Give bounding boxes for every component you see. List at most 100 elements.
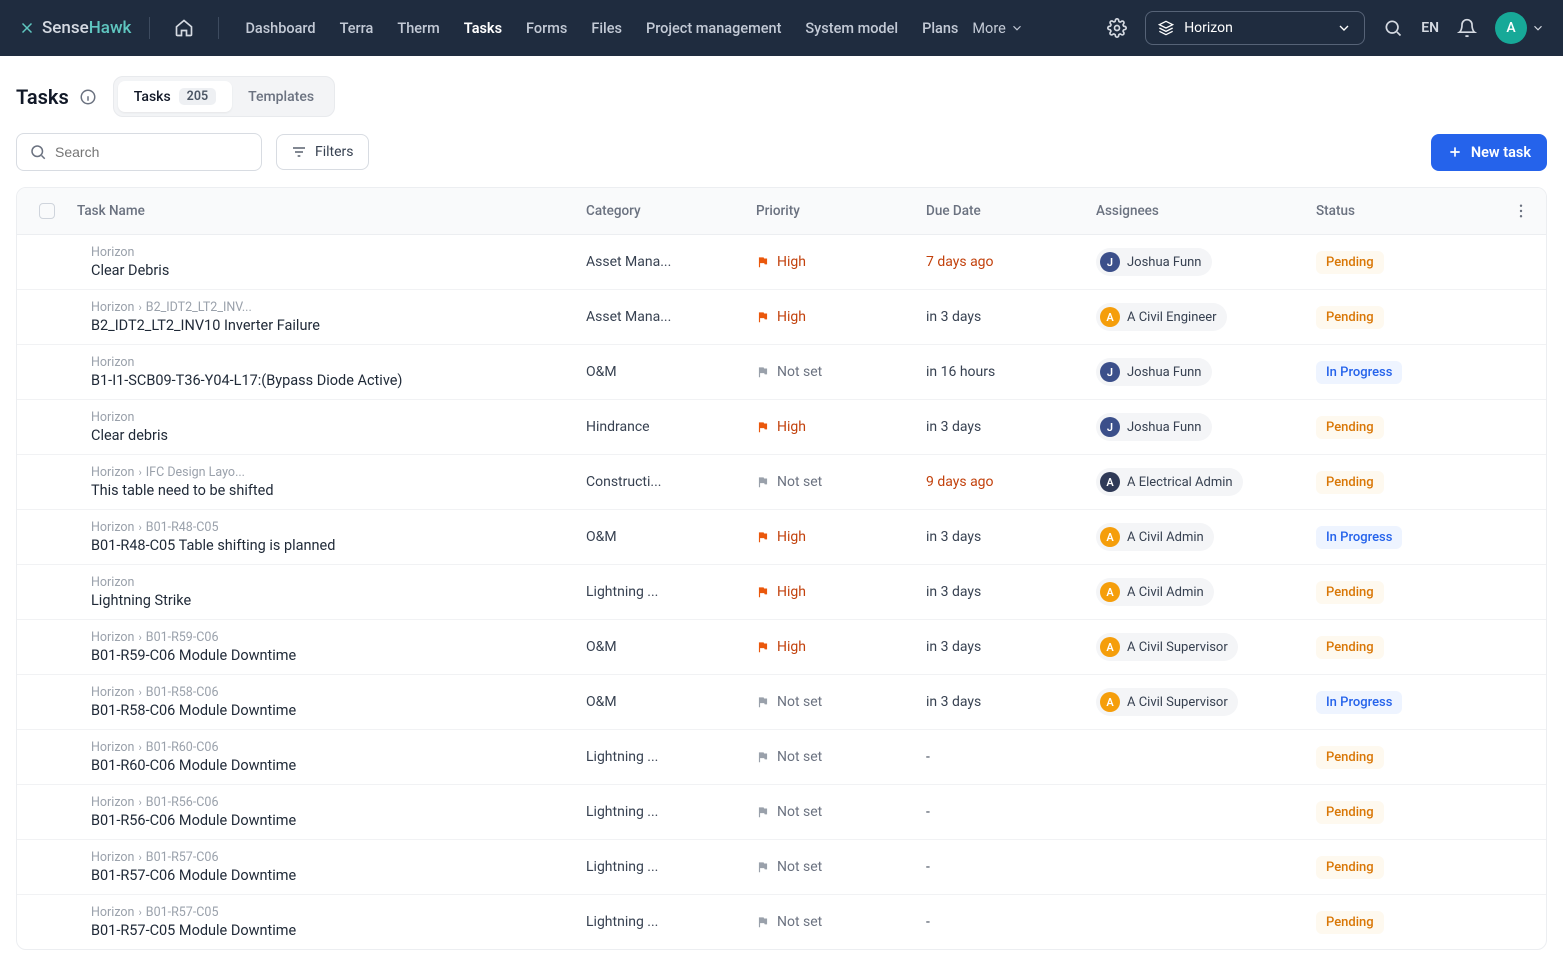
task-priority: High (756, 419, 926, 435)
assignee-chip[interactable]: JJoshua Funn (1096, 248, 1212, 276)
assignee-chip[interactable]: AA Civil Admin (1096, 578, 1214, 606)
nav-link-terra[interactable]: Terra (340, 20, 374, 37)
language-selector[interactable]: EN (1421, 20, 1439, 36)
brand-logo[interactable]: SenseHawk (18, 18, 131, 38)
task-category: O&M (586, 364, 756, 380)
assignee-avatar: A (1100, 692, 1120, 712)
table-row[interactable]: Horizon ›B01-R60-C06 B01-R60-C06 Module … (17, 730, 1546, 785)
col-status[interactable]: Status (1316, 203, 1496, 219)
tab-tasks[interactable]: Tasks 205 (118, 81, 232, 112)
info-icon[interactable] (79, 88, 97, 106)
task-due: - (926, 749, 1096, 765)
nav-more[interactable]: More (972, 20, 1023, 37)
toolbar: Filters New task (0, 117, 1563, 187)
breadcrumb: Horizon ›B01-R56-C06 (91, 795, 586, 810)
assignee-chip[interactable]: AA Civil Supervisor (1096, 633, 1238, 661)
breadcrumb: Horizon ›B01-R60-C06 (91, 740, 586, 755)
table-row[interactable]: Horizon ›B01-R59-C06 B01-R59-C06 Module … (17, 620, 1546, 675)
table-row[interactable]: Horizon ›B01-R48-C05 B01-R48-C05 Table s… (17, 510, 1546, 565)
status-badge: Pending (1316, 416, 1384, 439)
table-row[interactable]: Horizon ›B01-R57-C05 B01-R57-C05 Module … (17, 895, 1546, 949)
breadcrumb: Horizon ›IFC Design Layo... (91, 465, 586, 480)
task-assignee: AA Electrical Admin (1096, 468, 1316, 496)
user-menu[interactable]: A (1495, 12, 1545, 44)
task-due: in 3 days (926, 529, 1096, 545)
tab-templates-label: Templates (248, 89, 314, 105)
settings-icon[interactable] (1107, 18, 1127, 38)
table-row[interactable]: Horizon ›B01-R58-C06 B01-R58-C06 Module … (17, 675, 1546, 730)
task-priority: Not set (756, 364, 926, 380)
task-category: Asset Mana... (586, 254, 756, 270)
task-due: - (926, 804, 1096, 820)
tab-templates[interactable]: Templates (232, 81, 330, 112)
task-priority: Not set (756, 804, 926, 820)
table-row[interactable]: Horizon ›B01-R57-C06 B01-R57-C06 Module … (17, 840, 1546, 895)
assignee-chip[interactable]: AA Civil Supervisor (1096, 688, 1238, 716)
table-row[interactable]: Horizon ›B2_IDT2_LT2_INV... B2_IDT2_LT2_… (17, 290, 1546, 345)
table-row[interactable]: Horizon Clear debris Hindrance High in 3… (17, 400, 1546, 455)
assignee-chip[interactable]: JJoshua Funn (1096, 358, 1212, 386)
col-due[interactable]: Due Date (926, 203, 1096, 219)
search-box[interactable] (16, 133, 262, 171)
col-task-name[interactable]: Task Name (77, 203, 586, 219)
search-icon[interactable] (1383, 18, 1403, 38)
assignee-name: A Electrical Admin (1127, 475, 1233, 490)
table-row[interactable]: Horizon Clear Debris Asset Mana... High … (17, 235, 1546, 290)
table-row[interactable]: Horizon B1-I1-SCB09-T36-Y04-L17:(Bypass … (17, 345, 1546, 400)
table-options-icon[interactable] (1496, 202, 1546, 220)
chevron-down-icon (1531, 21, 1545, 35)
select-all-checkbox[interactable] (39, 203, 55, 219)
flag-icon (756, 365, 770, 379)
task-assignee: JJoshua Funn (1096, 358, 1316, 386)
col-assignees[interactable]: Assignees (1096, 203, 1316, 219)
notifications-icon[interactable] (1457, 18, 1477, 38)
task-name: B01-R58-C06 Module Downtime (91, 702, 586, 719)
assignee-chip[interactable]: AA Electrical Admin (1096, 468, 1243, 496)
task-priority: Not set (756, 694, 926, 710)
task-due: 7 days ago (926, 254, 1096, 270)
table-row[interactable]: Horizon Lightning Strike Lightning ... H… (17, 565, 1546, 620)
task-assignee: AA Civil Admin (1096, 523, 1316, 551)
breadcrumb: Horizon (91, 575, 586, 590)
avatar: A (1495, 12, 1527, 44)
new-task-button[interactable]: New task (1431, 134, 1547, 171)
assignee-name: A Civil Admin (1127, 585, 1204, 600)
task-name: Clear Debris (91, 262, 586, 279)
table-row[interactable]: Horizon ›IFC Design Layo... This table n… (17, 455, 1546, 510)
assignee-chip[interactable]: AA Civil Admin (1096, 523, 1214, 551)
home-button[interactable] (168, 12, 200, 44)
task-status: Pending (1316, 746, 1496, 769)
flag-icon (756, 915, 770, 929)
nav-link-therm[interactable]: Therm (397, 20, 439, 37)
nav-link-forms[interactable]: Forms (526, 20, 567, 37)
task-name: B2_IDT2_LT2_INV10 Inverter Failure (91, 317, 586, 334)
project-selector[interactable]: Horizon (1145, 11, 1365, 45)
flag-icon (756, 310, 770, 324)
filters-button[interactable]: Filters (276, 134, 369, 170)
view-tabs: Tasks 205 Templates (113, 76, 335, 117)
task-status: Pending (1316, 911, 1496, 934)
task-due: in 16 hours (926, 364, 1096, 380)
task-name: This table need to be shifted (91, 482, 586, 499)
filters-label: Filters (315, 144, 354, 160)
task-status: Pending (1316, 801, 1496, 824)
task-category: Hindrance (586, 419, 756, 435)
chevron-down-icon (1336, 20, 1352, 36)
table-row[interactable]: Horizon ›B01-R56-C06 B01-R56-C06 Module … (17, 785, 1546, 840)
nav-link-tasks[interactable]: Tasks (464, 20, 502, 37)
nav-link-files[interactable]: Files (591, 20, 622, 37)
col-priority[interactable]: Priority (756, 203, 926, 219)
assignee-chip[interactable]: AA Civil Engineer (1096, 303, 1227, 331)
nav-link-plans[interactable]: Plans (922, 20, 958, 37)
nav-link-system-model[interactable]: System model (805, 20, 898, 37)
nav-link-dashboard[interactable]: Dashboard (245, 20, 315, 37)
status-badge: In Progress (1316, 361, 1402, 384)
task-status: Pending (1316, 636, 1496, 659)
search-input[interactable] (55, 144, 249, 160)
nav-link-project-management[interactable]: Project management (646, 20, 781, 37)
col-category[interactable]: Category (586, 203, 756, 219)
nav-right: Horizon EN A (1107, 11, 1545, 45)
assignee-chip[interactable]: JJoshua Funn (1096, 413, 1212, 441)
flag-icon (756, 640, 770, 654)
task-priority: Not set (756, 914, 926, 930)
